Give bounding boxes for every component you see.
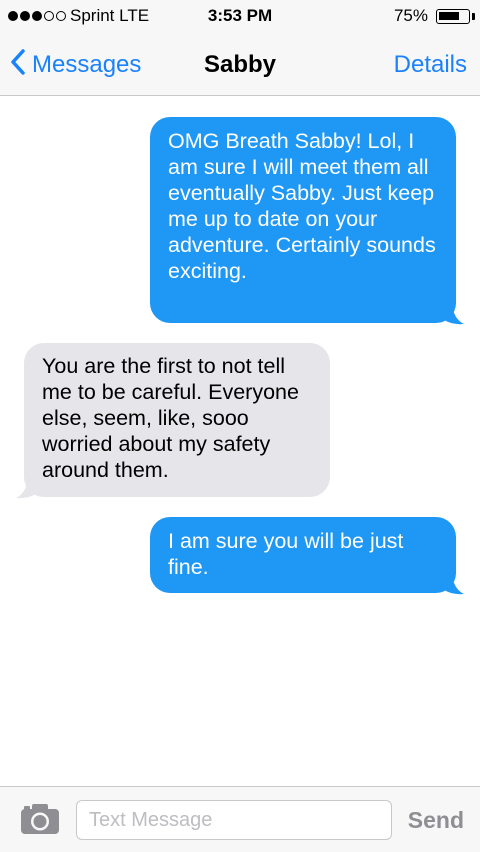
chevron-left-icon [10,48,32,83]
camera-button[interactable] [20,803,60,835]
send-button[interactable]: Send [408,800,464,840]
outgoing-message[interactable]: I am sure you will be just fine. [150,517,456,593]
camera-icon [21,804,59,834]
back-button-label: Messages [32,51,142,78]
message-text: OMG Breath Sabby! Lol, I am sure I will … [168,129,436,283]
details-button[interactable]: Details [394,34,467,96]
battery-icon [436,9,470,24]
status-bar: Sprint LTE 3:53 PM 75% [0,0,480,34]
message-input-bar: Send [0,786,480,852]
battery-percent: 75% [393,6,428,25]
battery-tip [472,13,475,20]
navigation-bar: Messages Sabby Details [0,34,480,96]
battery-level [439,12,459,20]
message-text: You are the first to not tell me to be c… [42,354,299,482]
conversation-title: Sabby [203,51,277,78]
incoming-message[interactable]: You are the first to not tell me to be c… [24,343,330,497]
message-text: I am sure you will be just fine. [168,529,404,579]
message-text-field[interactable] [76,800,392,840]
back-button[interactable]: Messages [10,34,141,96]
outgoing-message[interactable]: OMG Breath Sabby! Lol, I am sure I will … [150,117,456,323]
